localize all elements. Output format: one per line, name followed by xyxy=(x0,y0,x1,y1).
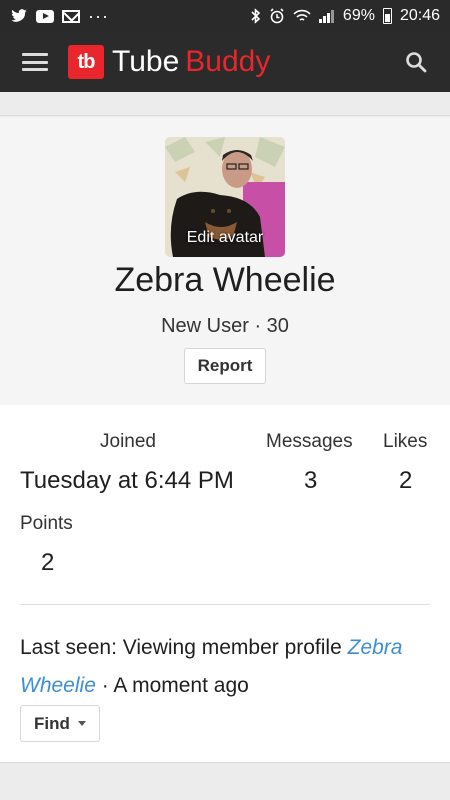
report-button[interactable]: Report xyxy=(184,348,266,384)
logo-word-tube: Tube xyxy=(112,45,180,78)
caret-down-icon xyxy=(77,721,86,726)
signal-icon xyxy=(318,9,335,23)
search-icon[interactable] xyxy=(404,50,428,74)
hamburger-menu-icon[interactable] xyxy=(22,53,48,71)
find-dropdown-button[interactable]: Find xyxy=(20,705,100,742)
messages-label: Messages xyxy=(266,431,353,452)
user-title: New User · 30 xyxy=(161,315,289,337)
bluetooth-icon xyxy=(251,8,261,24)
last-seen-prefix: Last seen: Viewing member profile xyxy=(20,636,342,659)
status-left: ··· xyxy=(10,7,109,25)
stats-card: Joined Tuesday at 6:44 PM Messages 3 Lik… xyxy=(0,405,450,762)
likes-label: Likes xyxy=(383,431,428,452)
logo-word-buddy: Buddy xyxy=(185,45,271,78)
points-label: Points xyxy=(20,513,73,534)
divider xyxy=(20,604,430,605)
youtube-icon xyxy=(36,9,54,23)
top-strip xyxy=(0,92,450,116)
points-value: 2 xyxy=(41,549,55,576)
battery-icon xyxy=(382,8,392,24)
messages-value: 3 xyxy=(304,467,318,494)
last-seen: Last seen: Viewing member profile Zebra … xyxy=(20,629,430,705)
alarm-icon xyxy=(270,8,284,24)
profile-header: Edit avatar Zebra Wheelie New User · 30 … xyxy=(0,117,450,405)
clock: 20:46 xyxy=(399,7,440,24)
battery-percent: 69% xyxy=(342,7,375,24)
tubebuddy-logo[interactable]: tb Tube Buddy xyxy=(68,45,270,79)
more-dots-icon: ··· xyxy=(88,6,109,26)
username: Zebra Wheelie xyxy=(114,261,336,299)
logo-mark: tb xyxy=(68,45,104,79)
joined-value: Tuesday at 6:44 PM xyxy=(20,467,234,494)
bottom-strip xyxy=(0,762,450,800)
edit-avatar-label: Edit avatar xyxy=(186,229,264,246)
joined-label: Joined xyxy=(100,431,156,452)
likes-value: 2 xyxy=(399,467,413,494)
wifi-icon xyxy=(293,9,311,21)
twitter-icon xyxy=(11,9,27,22)
status-right: 69% 20:46 xyxy=(251,7,440,25)
avatar[interactable]: Edit avatar xyxy=(165,137,285,257)
find-label: Find xyxy=(34,713,70,733)
status-bar: ··· 69% 20:46 xyxy=(0,0,450,32)
app-bar: tb Tube Buddy xyxy=(0,32,450,92)
last-seen-time: · A moment ago xyxy=(101,674,249,697)
gmail-icon xyxy=(62,9,80,23)
